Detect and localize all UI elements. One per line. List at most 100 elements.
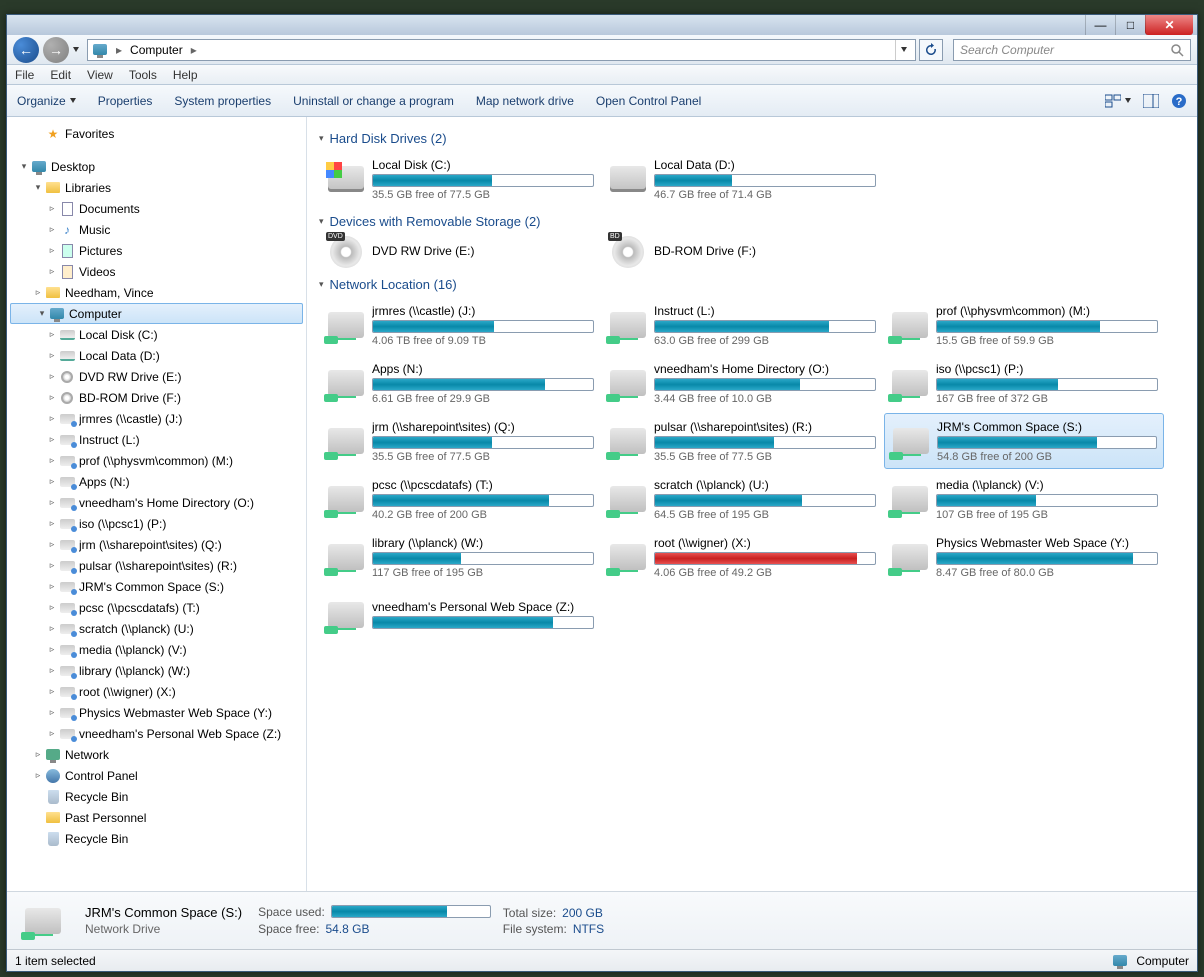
tree-libraries[interactable]: ▾Libraries [7,177,306,198]
drive-tile-m[interactable]: prof (\\physvm\common) (M:)15.5 GB free … [884,297,1164,353]
back-button[interactable]: ← [13,37,39,63]
tree-desktop[interactable]: ▾Desktop [7,156,306,177]
refresh-button[interactable] [919,39,943,61]
tree-drive-d[interactable]: ▹Local Data (D:) [7,345,306,366]
tree-drive-l[interactable]: ▹Instruct (L:) [7,429,306,450]
control-panel-button[interactable]: Open Control Panel [596,94,701,108]
drive-tile-q[interactable]: jrm (\\sharepoint\sites) (Q:)35.5 GB fre… [320,413,600,469]
network-drive-icon [59,474,75,490]
drive-tile-l[interactable]: Instruct (L:)63.0 GB free of 299 GB [602,297,882,353]
tree-drive-j[interactable]: ▹jrmres (\\castle) (J:) [7,408,306,429]
drive-tile-t[interactable]: pcsc (\\pcscdatafs) (T:)40.2 GB free of … [320,471,600,527]
tree-drive-c[interactable]: ▹Local Disk (C:) [7,324,306,345]
drive-tile-n[interactable]: Apps (N:)6.61 GB free of 29.9 GB [320,355,600,411]
search-placeholder: Search Computer [960,43,1054,57]
tree-drive-m[interactable]: ▹prof (\\physvm\common) (M:) [7,450,306,471]
drive-tile-u[interactable]: scratch (\\planck) (U:)64.5 GB free of 1… [602,471,882,527]
tree-documents[interactable]: ▹Documents [7,198,306,219]
drive-icon [326,420,366,462]
search-input[interactable]: Search Computer [953,39,1191,61]
drive-tile-w[interactable]: library (\\planck) (W:)117 GB free of 19… [320,529,600,585]
tree-drive-t[interactable]: ▹pcsc (\\pcscdatafs) (T:) [7,597,306,618]
drive-icon [326,478,366,520]
properties-button[interactable]: Properties [98,94,153,108]
drive-tile-p[interactable]: iso (\\pcsc1) (P:)167 GB free of 372 GB [884,355,1164,411]
tree-drive-p[interactable]: ▹iso (\\pcsc1) (P:) [7,513,306,534]
tree-drive-y[interactable]: ▹Physics Webmaster Web Space (Y:) [7,702,306,723]
drive-tile-j[interactable]: jrmres (\\castle) (J:)4.06 TB free of 9.… [320,297,600,353]
tree-drive-z[interactable]: ▹vneedham's Personal Web Space (Z:) [7,723,306,744]
tree-past-personnel[interactable]: Past Personnel [7,807,306,828]
breadcrumb-computer[interactable]: Computer▸ [126,43,201,57]
tree-drive-e[interactable]: ▹DVD RW Drive (E:) [7,366,306,387]
tree-drive-s[interactable]: ▹JRM's Common Space (S:) [7,576,306,597]
tree-drive-r[interactable]: ▹pulsar (\\sharepoint\sites) (R:) [7,555,306,576]
search-icon [1170,43,1184,57]
menu-view[interactable]: View [87,68,113,82]
forward-button[interactable]: → [43,37,69,63]
tree-drive-u[interactable]: ▹scratch (\\planck) (U:) [7,618,306,639]
drive-tile-x[interactable]: root (\\wigner) (X:)4.06 GB free of 49.2… [602,529,882,585]
drive-tile-s[interactable]: JRM's Common Space (S:)54.8 GB free of 2… [884,413,1164,469]
tree-favorites[interactable]: ★Favorites [7,123,306,144]
tree-drive-q[interactable]: ▹jrm (\\sharepoint\sites) (Q:) [7,534,306,555]
tree-network[interactable]: ▹Network [7,744,306,765]
drive-tile-o[interactable]: vneedham's Home Directory (O:)3.44 GB fr… [602,355,882,411]
tree-music[interactable]: ▹♪Music [7,219,306,240]
menu-bar: File Edit View Tools Help [7,65,1197,85]
address-dropdown[interactable] [895,40,911,60]
tree-user[interactable]: ▹Needham, Vince [7,282,306,303]
capacity-bar [936,378,1158,391]
network-icon [45,747,61,763]
drive-tile-y[interactable]: Physics Webmaster Web Space (Y:)8.47 GB … [884,529,1164,585]
drive-tile-d[interactable]: Local Data (D:)46.7 GB free of 71.4 GB [602,151,882,207]
tree-computer[interactable]: ▾Computer [10,303,303,324]
tree-drive-x[interactable]: ▹root (\\wigner) (X:) [7,681,306,702]
drive-tile-c[interactable]: Local Disk (C:)35.5 GB free of 77.5 GB [320,151,600,207]
help-button[interactable]: ? [1171,93,1187,109]
tree-control-panel[interactable]: ▹Control Panel [7,765,306,786]
drive-icon [59,327,75,343]
tree-recycle-bin[interactable]: Recycle Bin [7,786,306,807]
tree-drive-f[interactable]: ▹BD-ROM Drive (F:) [7,387,306,408]
section-hdd[interactable]: ▾Hard Disk Drives (2) [319,125,1185,150]
drive-tile-e[interactable]: DVDDVD RW Drive (E:) [320,234,600,270]
system-properties-button[interactable]: System properties [174,94,271,108]
drive-tile-f[interactable]: BDBD-ROM Drive (F:) [602,234,882,270]
tree-drive-w[interactable]: ▹library (\\planck) (W:) [7,660,306,681]
tree-recycle-bin-2[interactable]: Recycle Bin [7,828,306,849]
tree-drive-n[interactable]: ▹Apps (N:) [7,471,306,492]
section-network[interactable]: ▾Network Location (16) [319,271,1185,296]
section-removable[interactable]: ▾Devices with Removable Storage (2) [319,208,1185,233]
tree-drive-v[interactable]: ▹media (\\planck) (V:) [7,639,306,660]
menu-tools[interactable]: Tools [129,68,157,82]
nav-bar: ← → ▸ Computer▸ Search Computer [7,35,1197,65]
maximize-button[interactable]: □ [1115,15,1145,35]
view-mode-button[interactable] [1105,94,1131,108]
drive-tile-z[interactable]: vneedham's Personal Web Space (Z:) [320,587,600,643]
drive-tile-r[interactable]: pulsar (\\sharepoint\sites) (R:)35.5 GB … [602,413,882,469]
content-pane[interactable]: ▾Hard Disk Drives (2) Local Disk (C:)35.… [307,117,1197,891]
uninstall-button[interactable]: Uninstall or change a program [293,94,454,108]
map-network-button[interactable]: Map network drive [476,94,574,108]
nav-history-dropdown[interactable] [73,47,79,52]
preview-pane-button[interactable] [1143,94,1159,108]
drive-tile-v[interactable]: media (\\planck) (V:)107 GB free of 195 … [884,471,1164,527]
organize-button[interactable]: Organize [17,94,76,108]
drive-name: Physics Webmaster Web Space (Y:) [936,536,1158,550]
network-drive-icon [59,495,75,511]
tree-videos[interactable]: ▹Videos [7,261,306,282]
tree-pictures[interactable]: ▹Pictures [7,240,306,261]
nav-tree[interactable]: ★Favorites ▾Desktop ▾Libraries ▹Document… [7,117,307,891]
menu-edit[interactable]: Edit [50,68,71,82]
address-bar[interactable]: ▸ Computer▸ [87,39,916,61]
capacity-bar [936,552,1158,565]
close-button[interactable]: ✕ [1145,15,1193,35]
minimize-button[interactable]: — [1085,15,1115,35]
menu-file[interactable]: File [15,68,34,82]
drive-icon [891,420,931,462]
title-bar[interactable]: — □ ✕ [7,15,1197,35]
menu-help[interactable]: Help [173,68,198,82]
drive-name: jrmres (\\castle) (J:) [372,304,594,318]
tree-drive-o[interactable]: ▹vneedham's Home Directory (O:) [7,492,306,513]
